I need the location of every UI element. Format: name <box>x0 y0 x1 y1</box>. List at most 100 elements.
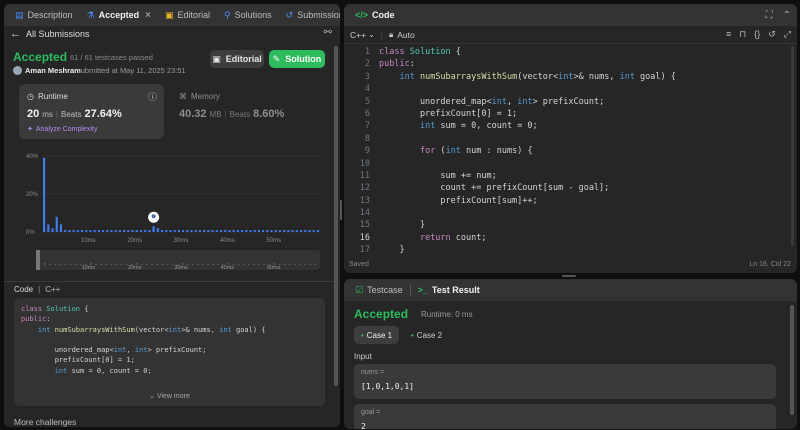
username[interactable]: Aman Meshram <box>25 66 81 75</box>
reset-icon[interactable]: ↺ <box>768 29 776 40</box>
language-select[interactable]: C++ ⌄ <box>350 30 375 40</box>
code-line: } <box>379 220 426 231</box>
back-link[interactable]: ← All Submissions <box>10 28 90 40</box>
tab-code[interactable]: </> Code <box>350 4 400 26</box>
mini-bar <box>59 264 62 265</box>
y-tick-label: 40% <box>26 154 39 160</box>
mini-bar <box>161 264 164 265</box>
braces-icon[interactable]: {} <box>754 29 760 40</box>
code-preview-lines: class Solution {public: int numSubarrays… <box>21 304 266 376</box>
line-number: 14 <box>359 208 370 219</box>
test-result-panel: ☑ Testcase >_ Test Result Accepted Runti… <box>344 279 797 429</box>
mini-bar <box>299 264 301 265</box>
line-number: 12 <box>359 183 370 194</box>
chart-bar <box>76 230 79 232</box>
chart-bar <box>123 230 126 232</box>
chart-bar <box>215 230 218 232</box>
scrollbar[interactable] <box>334 46 338 386</box>
mini-bar <box>151 264 154 265</box>
editor-window-controls: ⛶ ⌃ <box>766 10 791 21</box>
y-tick-label: 0% <box>26 230 35 236</box>
view-more-button[interactable]: ⌄ View more <box>14 392 325 400</box>
chart-bar <box>262 230 265 232</box>
format-icon[interactable]: ≡ <box>726 29 731 40</box>
link-icon[interactable]: ⚯ <box>324 27 332 38</box>
horizontal-splitter[interactable] <box>562 275 576 277</box>
line-number: 2 <box>364 59 370 70</box>
mini-bar <box>207 264 210 265</box>
runtime-values: 20 ms | Beats 27.64% <box>27 108 122 120</box>
line-number: 13 <box>359 195 370 206</box>
mini-bar <box>44 263 46 265</box>
tab-divider <box>409 284 411 296</box>
x-tick-label: 20ms <box>127 238 142 244</box>
vertical-splitter[interactable] <box>340 200 342 220</box>
chart-bar <box>80 230 84 232</box>
editor-scrollbar[interactable] <box>791 46 794 246</box>
tab-editorial[interactable]: ▣ Editorial <box>160 4 215 26</box>
collapse-icon[interactable]: ⌃ <box>783 10 791 21</box>
memory-card[interactable]: ⌘ Memory 40.32 MB | Beats 8.60% <box>174 84 324 139</box>
code-editor-text[interactable]: class Solution {public: int numSubarrays… <box>379 46 676 257</box>
line-number: 15 <box>359 220 370 231</box>
divider: | <box>55 110 58 119</box>
code-line: int sum = 0, count = 0; <box>419 121 538 132</box>
mini-bar <box>115 264 118 265</box>
tab-test-result[interactable]: >_ Test Result <box>413 279 485 301</box>
chart-bar <box>287 230 290 232</box>
mini-bar <box>191 264 194 265</box>
tab-testcase[interactable]: ☑ Testcase <box>350 279 408 301</box>
tab-description[interactable]: ▤ Description <box>10 4 78 26</box>
chart-bar <box>152 226 155 232</box>
fullscreen-icon[interactable]: ⤢ <box>784 29 791 40</box>
test-status: Accepted <box>354 307 409 321</box>
chart-bar <box>278 230 282 232</box>
info-icon[interactable]: ⓘ <box>148 90 157 103</box>
tab-solutions[interactable]: ⚲ Solutions <box>219 4 277 26</box>
runtime-card[interactable]: ◷ Runtime ⓘ 20 ms | Beats 27.64% ✦ Analy… <box>19 84 164 139</box>
chart-bar <box>148 230 151 232</box>
code-line: for (int num : nums) { <box>419 146 533 157</box>
chart-bar <box>160 230 164 232</box>
tab-accepted[interactable]: ⚗ Accepted × <box>82 4 156 26</box>
chart-bar <box>139 230 143 232</box>
runtime-distribution-chart[interactable]: 40% 20% 0% 10ms 20ms 30ms 40ms 50ms 10ms 20ms 30ms… <box>4 142 340 277</box>
line-number-gutter: 1 2 3 4 5 6 7 8 9 10 11 12 13 14 15 16 17 <box>348 46 370 257</box>
chart-bar <box>93 230 96 232</box>
analyze-complexity-link[interactable]: ✦ Analyze Complexity <box>27 125 97 134</box>
chart-bar <box>177 230 180 232</box>
mini-bar <box>197 264 199 265</box>
case-2-tab[interactable]: • Case 2 <box>404 326 449 344</box>
test-scrollbar[interactable] <box>790 305 794 415</box>
line-number: 11 <box>359 170 370 181</box>
testcases-passed: 61 / 61 testcases passed <box>70 53 153 62</box>
document-icon: ▤ <box>15 9 24 20</box>
case-1-tab[interactable]: • Case 1 <box>354 326 399 344</box>
mini-bar <box>253 264 256 265</box>
line-number: 8 <box>364 133 370 144</box>
close-icon[interactable]: × <box>145 10 151 21</box>
checkbox-icon: ☑ <box>355 284 364 295</box>
sparkle-icon: ✦ <box>27 126 33 133</box>
more-challenges-heading: More challenges <box>14 417 77 427</box>
editorial-button[interactable]: ▣ Editorial <box>210 50 264 68</box>
mini-bar <box>293 264 296 265</box>
mini-bar <box>166 264 169 265</box>
chart-bar <box>114 230 117 232</box>
clock-icon: ◷ <box>27 92 34 101</box>
maximize-icon[interactable]: ⛶ <box>766 10 773 21</box>
avatar[interactable] <box>13 66 22 75</box>
mini-bar <box>309 264 312 265</box>
tab-submissions[interactable]: ↺ Submissions <box>281 4 340 26</box>
chart-bar <box>47 224 50 232</box>
chart-bar <box>253 230 256 232</box>
slider-tick-label: 40ms <box>221 265 235 271</box>
bookmark-icon[interactable]: ⊓ <box>739 29 746 40</box>
solution-button[interactable]: ✎ Solution <box>269 50 325 68</box>
code-line: unordered_map<int, int> prefixCount; <box>21 346 207 355</box>
chevron-down-icon: ⌄ <box>368 30 375 39</box>
divider: | <box>380 29 383 40</box>
code-line: int numSubarraysWithSum(vector<int>& num… <box>37 325 266 334</box>
